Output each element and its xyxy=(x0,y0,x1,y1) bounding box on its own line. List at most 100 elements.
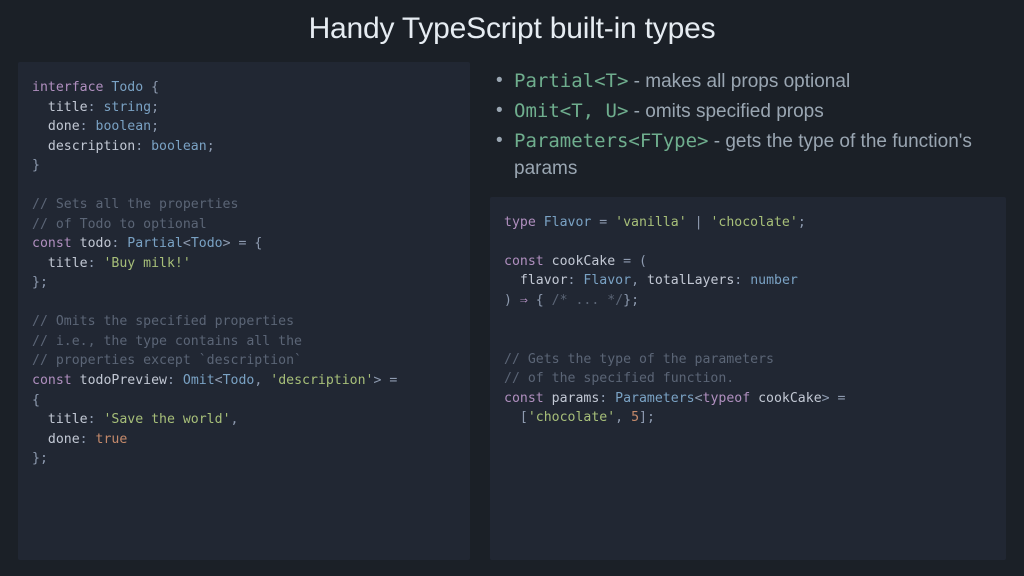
code-token: }; xyxy=(623,293,639,308)
code-comment: // of the specified function. xyxy=(504,371,734,386)
code-comment: // i.e., the type contains all the xyxy=(32,334,302,349)
code-token: string xyxy=(96,100,152,115)
code-token: boolean xyxy=(143,139,207,154)
code-token: { xyxy=(528,293,544,308)
code-token: params xyxy=(544,391,600,406)
code-token: = xyxy=(830,391,846,406)
code-panel-left: interface Todo { title: string; done: bo… xyxy=(18,62,470,560)
code-token: Partial xyxy=(119,236,183,251)
left-column: interface Todo { title: string; done: bo… xyxy=(18,62,470,560)
code-token: /* ... */ xyxy=(544,293,623,308)
bullet-desc: - makes all props optional xyxy=(628,71,850,92)
code-token: cookCake xyxy=(544,254,615,269)
code-token: flavor xyxy=(504,273,568,288)
code-token: < xyxy=(183,236,191,251)
code-token: : xyxy=(80,432,88,447)
bullet-desc: - omits specified props xyxy=(628,101,823,122)
code-token: ) xyxy=(504,293,520,308)
code-token: = xyxy=(591,215,607,230)
bullet-item: Omit<T, U> - omits specified props xyxy=(496,98,1004,126)
code-token: , xyxy=(231,412,239,427)
bullet-code: Omit<T, U> xyxy=(514,100,628,122)
code-token: true xyxy=(88,432,128,447)
code-token: todoPreview xyxy=(72,373,167,388)
code-token: cookCake xyxy=(750,391,821,406)
code-token: const xyxy=(504,391,544,406)
bullet-code: Parameters<FType> xyxy=(514,130,708,152)
code-token: ]; xyxy=(639,410,655,425)
page-title: Handy TypeScript built-in types xyxy=(18,12,1006,46)
code-token: = { xyxy=(231,236,263,251)
code-token: < xyxy=(215,373,223,388)
code-token: : xyxy=(135,139,143,154)
code-token: description xyxy=(32,139,135,154)
code-token: todo xyxy=(72,236,112,251)
code-token: boolean xyxy=(88,119,152,134)
bullet-code: Partial<T> xyxy=(514,70,628,92)
bullet-list: Partial<T> - makes all props optional Om… xyxy=(490,62,1006,185)
slide: Handy TypeScript built-in types interfac… xyxy=(0,0,1024,576)
code-token: }; xyxy=(32,451,48,466)
code-panel-right: type Flavor = 'vanilla' | 'chocolate'; c… xyxy=(490,197,1006,560)
code-token: : xyxy=(167,373,175,388)
code-token: Parameters xyxy=(607,391,694,406)
code-token: 'chocolate' xyxy=(703,215,798,230)
code-token: done xyxy=(32,432,80,447)
code-comment: // Sets all the properties xyxy=(32,197,238,212)
code-token: [ xyxy=(504,410,528,425)
code-token: , xyxy=(631,273,639,288)
code-token: 'chocolate' xyxy=(528,410,615,425)
code-token: Flavor xyxy=(575,273,631,288)
code-token: Omit xyxy=(175,373,215,388)
code-token: number xyxy=(742,273,798,288)
code-token: 'Save the world' xyxy=(96,412,231,427)
code-token: | xyxy=(687,215,703,230)
code-token: interface xyxy=(32,80,103,95)
code-token: const xyxy=(32,236,72,251)
code-token: typeof xyxy=(703,391,751,406)
code-token: { xyxy=(32,393,40,408)
code-token: ; xyxy=(798,215,806,230)
bullet-item: Parameters<FType> - gets the type of the… xyxy=(496,128,1004,183)
code-token: < xyxy=(695,391,703,406)
code-comment: // of Todo to optional xyxy=(32,217,207,232)
bullet-item: Partial<T> - makes all props optional xyxy=(496,68,1004,96)
code-token: 'vanilla' xyxy=(607,215,686,230)
code-token: type xyxy=(504,215,536,230)
code-token: title xyxy=(32,412,88,427)
code-token: totalLayers xyxy=(639,273,734,288)
code-token: : xyxy=(88,256,96,271)
code-token: const xyxy=(504,254,544,269)
code-token: : xyxy=(80,119,88,134)
code-comment: // Omits the specified properties xyxy=(32,314,294,329)
code-token: > xyxy=(822,391,830,406)
code-token: 'description' xyxy=(262,373,373,388)
code-token: }; xyxy=(32,275,48,290)
code-token: ; xyxy=(151,119,159,134)
code-token: = ( xyxy=(615,254,647,269)
code-token: > xyxy=(223,236,231,251)
code-token: , xyxy=(615,410,623,425)
code-token: : xyxy=(88,412,96,427)
code-token: { xyxy=(143,80,159,95)
code-token: title xyxy=(32,100,88,115)
right-column: Partial<T> - makes all props optional Om… xyxy=(490,62,1006,560)
code-token: ⇒ xyxy=(520,293,528,308)
code-token: Todo xyxy=(223,373,255,388)
code-token: Todo xyxy=(191,236,223,251)
code-token: done xyxy=(32,119,80,134)
code-token: const xyxy=(32,373,72,388)
code-comment: // properties except `description` xyxy=(32,353,302,368)
code-token: ; xyxy=(207,139,215,154)
code-token: : xyxy=(88,100,96,115)
code-comment: // Gets the type of the parameters xyxy=(504,352,774,367)
code-token: Todo xyxy=(103,80,143,95)
code-token: ; xyxy=(151,100,159,115)
code-token: title xyxy=(32,256,88,271)
code-token: = xyxy=(381,373,405,388)
code-token: Flavor xyxy=(536,215,592,230)
code-token: } xyxy=(32,158,40,173)
columns: interface Todo { title: string; done: bo… xyxy=(18,62,1006,560)
code-token: 5 xyxy=(623,410,639,425)
code-token: 'Buy milk!' xyxy=(96,256,191,271)
